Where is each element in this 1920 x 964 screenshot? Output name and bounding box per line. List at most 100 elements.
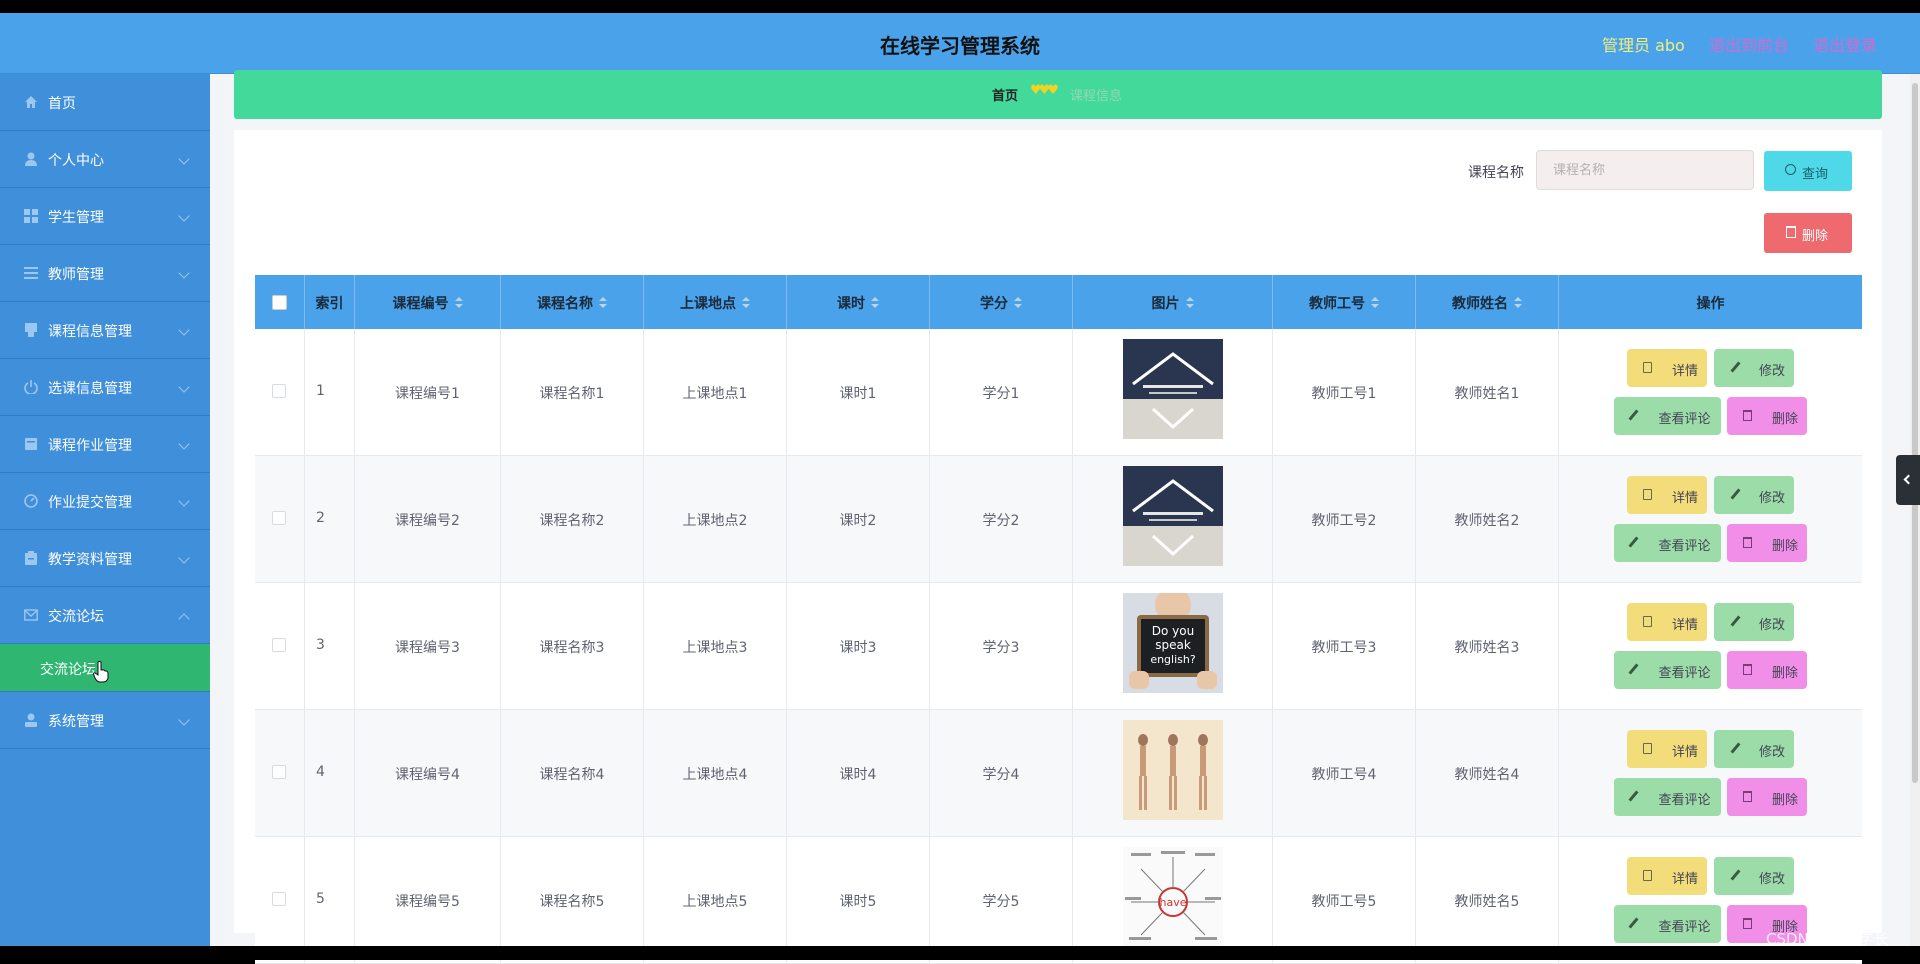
header-teacher-no[interactable]: 教师工号 <box>1273 275 1416 329</box>
edit-button[interactable]: 修改 <box>1714 603 1794 641</box>
sidebar-item-course-info-management[interactable]: 课程信息管理 <box>0 302 210 359</box>
bottom-bar <box>0 946 1920 960</box>
sidebar-subitem-forum[interactable]: 交流论坛 <box>0 644 210 692</box>
detail-button[interactable]: 详情 <box>1627 603 1707 641</box>
sidebar-item-forum[interactable]: 交流论坛 <box>0 587 210 644</box>
row-checkbox[interactable] <box>272 638 286 652</box>
scrollbar-thumb[interactable] <box>1912 83 1918 783</box>
cell-hours: 课时5 <box>787 837 930 964</box>
cell-hours: 课时3 <box>787 583 930 710</box>
cell-text: 教师姓名4 <box>1454 767 1520 783</box>
cell-text: 上课地点4 <box>682 767 748 783</box>
row-delete-label: 删除 <box>1771 666 1798 681</box>
view-comments-button[interactable]: 查看评论 <box>1614 778 1721 816</box>
view-comments-button[interactable]: 查看评论 <box>1614 397 1721 435</box>
header-hours[interactable]: 课时 <box>787 275 930 329</box>
cell-text: 教师姓名2 <box>1454 513 1520 529</box>
cell-teacher-no: 教师工号2 <box>1273 456 1416 583</box>
detail-button[interactable]: 详情 <box>1627 476 1707 514</box>
row-checkbox[interactable] <box>272 765 286 779</box>
view-comments-button[interactable]: 查看评论 <box>1614 524 1721 562</box>
edit-icon <box>1628 917 1639 929</box>
query-button[interactable]: 查询 <box>1764 151 1852 191</box>
sort-icon[interactable] <box>871 297 879 309</box>
collapse-panel-button[interactable] <box>1896 455 1920 505</box>
row-select-cell <box>255 456 305 583</box>
exit-to-front-link[interactable]: 退出到前台 <box>1709 32 1789 56</box>
edit-icon <box>1730 361 1741 373</box>
row-checkbox[interactable] <box>272 384 286 398</box>
cell-credits: 学分1 <box>930 329 1073 456</box>
sidebar-item-home[interactable]: 首页 <box>0 74 210 131</box>
header-location-label: 上课地点 <box>680 296 736 312</box>
detail-button[interactable]: 详情 <box>1627 349 1707 387</box>
sort-icon[interactable] <box>599 297 607 309</box>
view-comments-button[interactable]: 查看评论 <box>1614 905 1721 943</box>
cell-location: 上课地点2 <box>644 456 787 583</box>
sidebar-item-system-management[interactable]: 系统管理 <box>0 692 210 749</box>
header-teacher-name[interactable]: 教师姓名 <box>1416 275 1559 329</box>
cell-course-no: 课程编号2 <box>355 456 501 583</box>
cell-text: 课程编号1 <box>395 386 460 402</box>
course-image <box>1123 720 1223 820</box>
cell-text: 学分3 <box>982 640 1020 656</box>
sidebar-item-enrollment-management[interactable]: 选课信息管理 <box>0 359 210 416</box>
cell-image <box>1073 456 1273 583</box>
sidebar-item-submission-management[interactable]: 作业提交管理 <box>0 473 210 530</box>
edit-button[interactable]: 修改 <box>1714 349 1794 387</box>
row-delete-button[interactable]: 删除 <box>1727 778 1807 816</box>
course-name-search-input[interactable] <box>1536 150 1754 190</box>
breadcrumb-home[interactable]: 首页 <box>992 85 1018 104</box>
sidebar-item-student-management[interactable]: 学生管理 <box>0 188 210 245</box>
chevron-down-icon <box>178 324 190 336</box>
header-image[interactable]: 图片 <box>1073 275 1273 329</box>
row-delete-label: 删除 <box>1771 539 1798 554</box>
header-credits[interactable]: 学分 <box>930 275 1073 329</box>
clipboard-icon <box>25 551 37 565</box>
cell-credits: 学分2 <box>930 456 1073 583</box>
view-comments-button[interactable]: 查看评论 <box>1614 651 1721 689</box>
sidebar-item-teaching-material-management[interactable]: 教学资料管理 <box>0 530 210 587</box>
header-course-no[interactable]: 课程编号 <box>355 275 501 329</box>
row-delete-button[interactable]: 删除 <box>1727 524 1807 562</box>
cell-teacher-no: 教师工号1 <box>1273 329 1416 456</box>
header-index-label: 索引 <box>315 296 344 312</box>
header-course-name-label: 课程名称 <box>537 296 593 312</box>
sort-icon[interactable] <box>742 297 750 309</box>
edit-button[interactable]: 修改 <box>1714 730 1794 768</box>
sort-icon[interactable] <box>1014 297 1022 309</box>
select-all-checkbox[interactable] <box>272 295 287 310</box>
sort-icon[interactable] <box>454 297 463 309</box>
sidebar-item-teacher-management[interactable]: 教师管理 <box>0 245 210 302</box>
logout-link[interactable]: 退出登录 <box>1813 32 1877 56</box>
header-course-name[interactable]: 课程名称 <box>501 275 644 329</box>
trash-icon <box>1743 537 1752 548</box>
edit-button[interactable]: 修改 <box>1714 857 1794 895</box>
cell-teacher-no: 教师工号3 <box>1273 583 1416 710</box>
cell-text: 课程编号4 <box>395 767 460 783</box>
sidebar-subitem-label: 交流论坛 <box>40 662 96 678</box>
sort-icon[interactable] <box>1185 297 1194 309</box>
row-delete-button[interactable]: 删除 <box>1727 397 1807 435</box>
sidebar-item-personal-center[interactable]: 个人中心 <box>0 131 210 188</box>
sort-icon[interactable] <box>1514 297 1522 309</box>
row-checkbox[interactable] <box>272 511 286 525</box>
detail-button[interactable]: 详情 <box>1627 857 1707 895</box>
view-comments-label: 查看评论 <box>1658 793 1711 808</box>
detail-button[interactable]: 详情 <box>1627 730 1707 768</box>
cell-teacher-no: 教师工号5 <box>1273 837 1416 964</box>
row-delete-button[interactable]: 删除 <box>1727 651 1807 689</box>
sidebar-item-homework-management[interactable]: 课程作业管理 <box>0 416 210 473</box>
breadcrumb-separator: ♥♥♥ <box>1030 83 1059 98</box>
edit-button[interactable]: 修改 <box>1714 476 1794 514</box>
sort-icon[interactable] <box>1371 297 1379 309</box>
list-icon <box>24 267 38 279</box>
batch-delete-button[interactable]: 删除 <box>1764 213 1852 253</box>
edit-icon <box>1628 790 1639 802</box>
document-icon <box>1643 616 1652 627</box>
row-checkbox[interactable] <box>272 892 286 906</box>
header-location[interactable]: 上课地点 <box>644 275 787 329</box>
document-icon <box>1643 362 1652 373</box>
cell-actions: 详情 修改 查看评论 删除 <box>1559 583 1862 710</box>
edit-icon <box>1730 615 1741 627</box>
